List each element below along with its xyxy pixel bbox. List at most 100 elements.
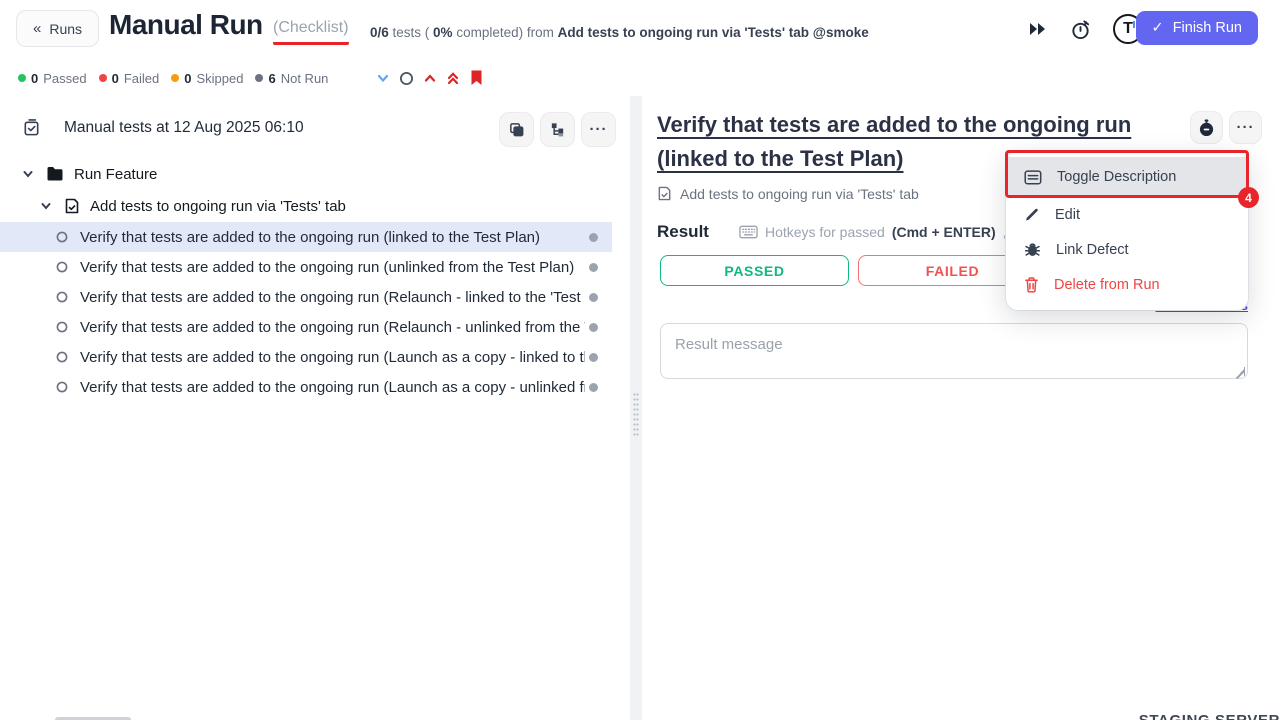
chevron-down-icon[interactable]	[40, 200, 52, 212]
suite-label: Add tests to ongoing run via 'Tests' tab	[90, 198, 346, 215]
document-check-icon	[657, 185, 672, 202]
ellipsis-icon: ···	[1237, 119, 1255, 136]
checklist-link[interactable]: (Checklist)	[273, 19, 349, 45]
bug-icon	[1024, 241, 1041, 258]
panel-resize-handle[interactable]	[630, 96, 642, 720]
stat-skipped: 0Skipped	[171, 71, 243, 86]
annotation-step-badge: 4	[1238, 187, 1259, 208]
test-context-menu: Toggle Description Edit Link Defect Dele…	[1006, 152, 1248, 310]
priority-filter-icons	[376, 69, 484, 87]
menu-item-link-defect[interactable]: Link Defect	[1006, 232, 1248, 267]
run-stats-line: 0/6 tests ( 0% completed) from Add tests…	[370, 25, 869, 40]
status-circle-icon	[56, 321, 68, 333]
menu-item-label: Delete from Run	[1054, 277, 1160, 293]
page-title: Manual Run	[109, 9, 263, 41]
tree-folder-run-feature[interactable]: Run Feature	[0, 158, 630, 190]
notrun-dot-icon	[589, 383, 598, 392]
description-icon	[1024, 170, 1042, 185]
suite-reference[interactable]: Add tests to ongoing run via 'Tests' tab	[657, 185, 919, 202]
status-circle-icon	[56, 381, 68, 393]
status-circle-icon	[56, 291, 68, 303]
notrun-dot-icon	[589, 323, 598, 332]
menu-item-toggle-description[interactable]: Toggle Description	[1006, 157, 1248, 197]
percent-complete: 0%	[433, 25, 453, 40]
test-title: Verify that tests are added to the ongoi…	[80, 349, 585, 366]
hotkey-passed: (Cmd + ENTER)	[892, 224, 996, 240]
document-check-icon	[64, 197, 80, 215]
menu-item-label: Toggle Description	[1057, 169, 1176, 185]
status-bar: 0Passed 0Failed 0Skipped 6Not Run	[0, 60, 1280, 96]
back-to-runs-button[interactable]: « Runs	[16, 10, 99, 47]
status-circle-icon	[56, 351, 68, 363]
test-row[interactable]: Verify that tests are added to the ongoi…	[0, 222, 612, 252]
staging-watermark: STAGING SERVER	[1139, 712, 1280, 720]
run-source: Add tests to ongoing run via 'Tests' tab…	[558, 25, 869, 40]
stopwatch-icon	[1198, 119, 1215, 137]
menu-item-label: Link Defect	[1056, 242, 1129, 258]
passed-button[interactable]: PASSED	[660, 255, 849, 286]
chevron-up-icon[interactable]	[423, 71, 437, 85]
pencil-icon	[1024, 207, 1040, 223]
app-window: « Runs Manual Run (Checklist) 0/6 tests …	[0, 0, 1280, 720]
timer-icon[interactable]	[1070, 19, 1091, 40]
detail-more-button[interactable]: ···	[1229, 111, 1262, 144]
tree-more-button[interactable]: ···	[581, 112, 616, 147]
tests-tree: Run Feature Add tests to ongoing run via…	[0, 158, 630, 402]
notrun-dot-icon	[589, 293, 598, 302]
copy-button[interactable]	[499, 112, 534, 147]
ellipsis-icon: ···	[590, 121, 608, 138]
notrun-dot-icon	[255, 74, 263, 82]
detail-action-buttons: ···	[1190, 111, 1262, 144]
finish-run-button[interactable]: ✓ Finish Run	[1136, 11, 1258, 45]
test-title: Verify that tests are added to the ongoi…	[80, 229, 585, 246]
fast-forward-icon[interactable]	[1028, 21, 1048, 37]
status-circle-icon	[56, 261, 68, 273]
copy-icon	[508, 121, 525, 138]
keyboard-icon	[739, 225, 758, 239]
tree-suite-node[interactable]: Add tests to ongoing run via 'Tests' tab	[0, 190, 630, 222]
tree-panel-header: Manual tests at 12 Aug 2025 06:10 ···	[0, 110, 630, 150]
menu-item-edit[interactable]: Edit	[1006, 197, 1248, 232]
test-row[interactable]: Verify that tests are added to the ongoi…	[0, 312, 612, 342]
notrun-dot-icon	[589, 233, 598, 242]
chevron-down-icon[interactable]	[22, 168, 34, 180]
tests-count: 0/6	[370, 25, 389, 40]
folder-icon	[46, 166, 64, 182]
test-row[interactable]: Verify that tests are added to the ongoi…	[0, 252, 612, 282]
stopwatch-button[interactable]	[1190, 111, 1223, 144]
finish-run-label: Finish Run	[1173, 20, 1242, 36]
test-row[interactable]: Verify that tests are added to the ongoi…	[0, 342, 612, 372]
test-title: Verify that tests are added to the ongoi…	[80, 289, 585, 306]
test-title: Verify that tests are added to the ongoi…	[80, 379, 585, 396]
result-message-input[interactable]	[660, 323, 1248, 379]
stat-failed: 0Failed	[99, 71, 160, 86]
test-row[interactable]: Verify that tests are added to the ongoi…	[0, 282, 612, 312]
run-title: Manual tests at 12 Aug 2025 06:10	[64, 119, 304, 137]
notrun-dot-icon	[589, 263, 598, 272]
trash-icon	[1024, 276, 1039, 293]
failed-dot-icon	[99, 74, 107, 82]
top-header: « Runs Manual Run (Checklist) 0/6 tests …	[0, 0, 1280, 60]
drag-grip-icon	[633, 392, 639, 436]
test-title: Verify that tests are added to the ongoi…	[80, 259, 585, 276]
chevron-down-icon[interactable]	[376, 71, 390, 85]
skipped-dot-icon	[171, 74, 179, 82]
tree-view-button[interactable]	[540, 112, 575, 147]
header-icon-group: T	[1028, 14, 1143, 44]
menu-item-delete-from-run[interactable]: Delete from Run	[1006, 267, 1248, 302]
back-button-label: Runs	[49, 21, 82, 37]
double-chevron-left-icon: «	[33, 20, 41, 37]
stat-notrun: 6Not Run	[255, 71, 328, 86]
tree-panel-buttons: ···	[499, 112, 616, 147]
test-row[interactable]: Verify that tests are added to the ongoi…	[0, 372, 612, 402]
menu-item-label: Edit	[1055, 207, 1080, 223]
circle-icon[interactable]	[399, 71, 414, 86]
tree-icon	[549, 121, 566, 138]
suite-reference-label: Add tests to ongoing run via 'Tests' tab	[680, 186, 919, 202]
bookmark-icon[interactable]	[469, 69, 484, 87]
double-chevron-up-icon[interactable]	[446, 70, 460, 86]
folder-label: Run Feature	[74, 166, 157, 183]
check-icon: ✓	[1152, 20, 1164, 36]
stat-passed: 0Passed	[18, 71, 87, 86]
run-checklist-icon	[22, 118, 41, 142]
